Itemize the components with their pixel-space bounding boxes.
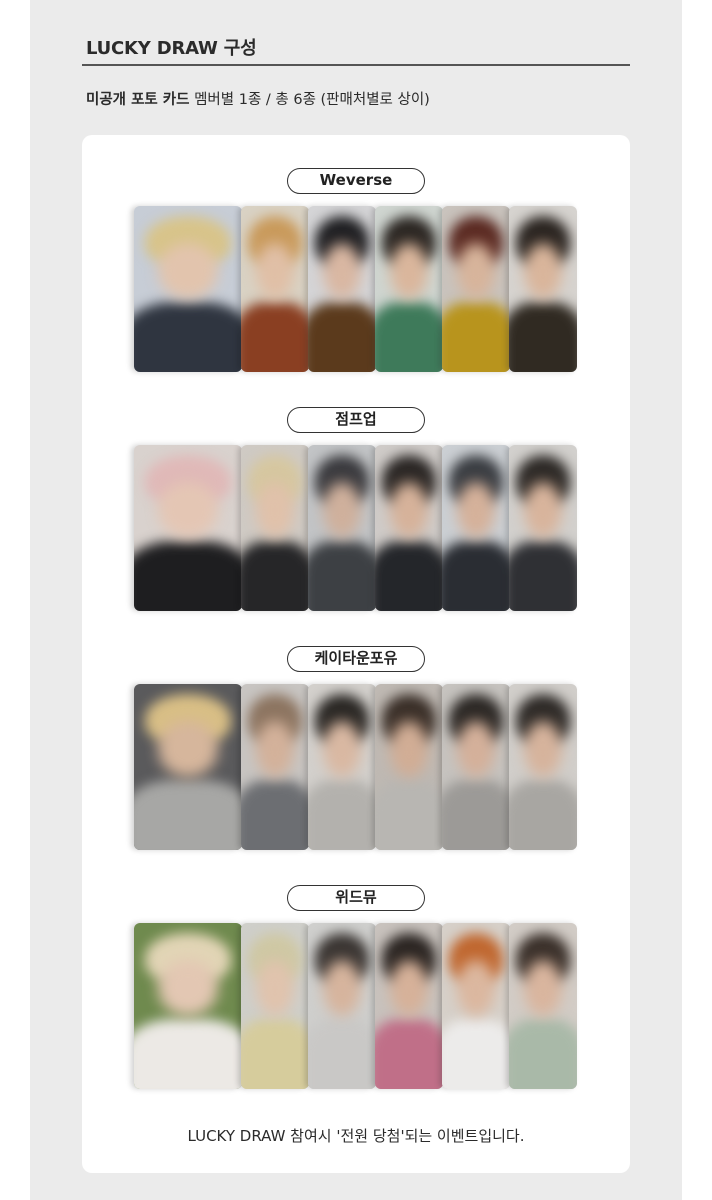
photocard [509,684,577,850]
photocard-face [389,481,429,538]
photocard [375,923,443,1089]
photocard [442,445,510,611]
store-label-pill: Weverse [287,168,425,194]
photocard-face [157,959,219,1016]
photocard-body [134,1019,242,1089]
photocard [134,923,242,1089]
photocard-face [157,481,219,538]
photocard [308,923,376,1089]
photocard-face [255,959,295,1016]
photocard-face [157,242,219,299]
photocard [442,923,510,1089]
lucky-draw-panel: Weverse 점프업 케이타운포유 위드뮤 LUCKY DRAW 참여시 '전… [82,135,630,1173]
photocard-body [241,1019,309,1089]
photocard-face [523,242,563,299]
photocard-strip [134,923,577,1089]
photocard-face [389,959,429,1016]
photocard-face [456,959,496,1016]
photocard-body [134,541,242,611]
photocard [241,684,309,850]
photocard-body [308,780,376,850]
photocard-body [134,302,242,372]
photocard-body [509,1019,577,1089]
photocard-body [509,302,577,372]
photocard [241,445,309,611]
photocard [308,684,376,850]
photocard-body [375,541,443,611]
photocard-face [157,720,219,777]
photocard [375,684,443,850]
photocard-face [523,720,563,777]
store-label-pill: 위드뮤 [287,885,425,911]
photocard [241,923,309,1089]
store-label-pill: 점프업 [287,407,425,433]
photocard-strip [134,684,577,850]
photocard [134,445,242,611]
photocard-body [442,302,510,372]
photocard-face [255,242,295,299]
photocard-face [322,959,362,1016]
photocard-body [442,780,510,850]
footer-note: LUCKY DRAW 참여시 '전원 당첨'되는 이벤트입니다. [187,1127,525,1145]
photocard-body [509,780,577,850]
photocard [375,445,443,611]
photocard-face [322,481,362,538]
photocard-face [322,720,362,777]
photocard-body [241,780,309,850]
photocard [134,206,242,372]
photocard-face [389,242,429,299]
photocard [442,684,510,850]
photocard-body [442,1019,510,1089]
photocard [134,684,242,850]
store-label-pill: 케이타운포유 [287,646,425,672]
photocard [308,445,376,611]
photocard [509,445,577,611]
photocard-body [308,541,376,611]
photocard-body [241,541,309,611]
photocard-face [255,481,295,538]
photocard-strip [134,206,577,372]
photocard-body [442,541,510,611]
photocard [308,206,376,372]
photocard-body [375,302,443,372]
photocard-face [322,242,362,299]
photocard-face [389,720,429,777]
page-background: LUCKY DRAW 구성 미공개 포토 카드 멤버별 1종 / 총 6종 (판… [30,0,682,1200]
photocard-face [456,242,496,299]
photocard-body [241,302,309,372]
photocard-body [375,780,443,850]
photocard-body [134,780,242,850]
photocard-strip [134,445,577,611]
photocard [509,206,577,372]
subtitle-bold: 미공개 포토 카드 [86,92,190,108]
photocard [509,923,577,1089]
photocard [375,206,443,372]
photocard-face [523,481,563,538]
photocard-face [456,720,496,777]
photocard [241,206,309,372]
photocard-face [456,481,496,538]
photocard-body [308,302,376,372]
section-subtitle: 미공개 포토 카드 멤버별 1종 / 총 6종 (판매처별로 상이) [86,88,430,109]
photocard-body [308,1019,376,1089]
section-title: LUCKY DRAW 구성 [86,38,257,59]
photocard-body [375,1019,443,1089]
photocard-body [509,541,577,611]
photocard-face [255,720,295,777]
title-divider [82,64,630,66]
photocard-face [523,959,563,1016]
photocard [442,206,510,372]
subtitle-rest: 멤버별 1종 / 총 6종 (판매처별로 상이) [189,92,430,108]
